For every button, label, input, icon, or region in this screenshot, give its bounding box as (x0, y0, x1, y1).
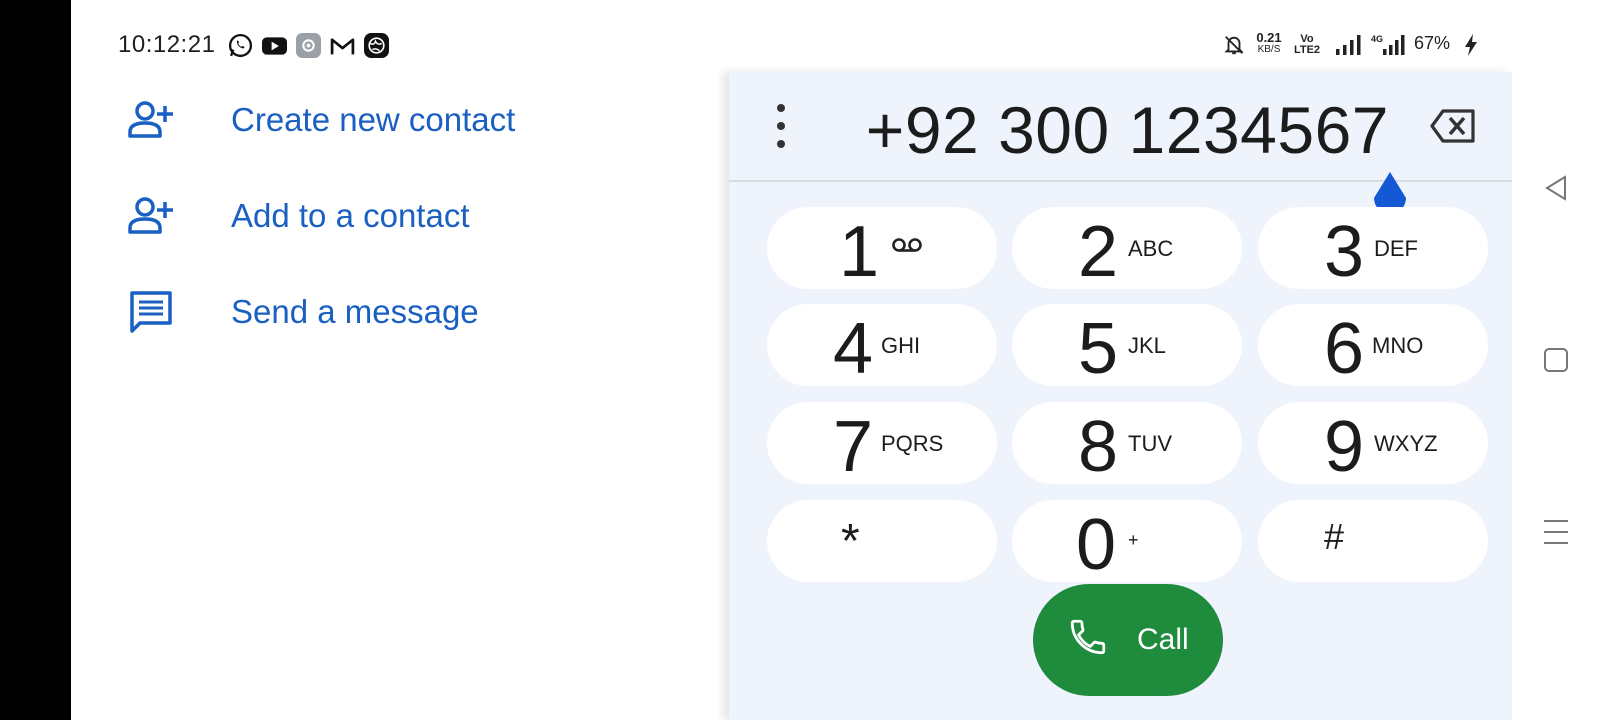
key-digit: # (1324, 516, 1345, 557)
key-digit: 2 (1078, 212, 1119, 292)
contact-actions-panel: Create new contact Add to a contact Send… (71, 72, 731, 720)
key-digit: 6 (1324, 309, 1365, 389)
key-letters: GHI (881, 333, 921, 358)
add-to-contact-label: Add to a contact (231, 197, 470, 234)
key-letters: + (1128, 530, 1139, 550)
key-letters: ABC (1128, 236, 1174, 261)
globe-app-icon (364, 33, 389, 58)
recents-icon[interactable] (1532, 508, 1580, 556)
svg-text:4G: 4G (1371, 34, 1383, 44)
key-letters: MNO (1372, 333, 1424, 358)
network-speed: 0.21 KB/S (1251, 30, 1287, 56)
key-0[interactable]: 0 + (1012, 500, 1242, 585)
dialpad-panel: +92 300 1234567 1 2 ABC 3 DEF 4 GHI 5 JK… (729, 72, 1512, 720)
key-9[interactable]: 9 WXYZ (1258, 402, 1488, 487)
create-new-contact-button[interactable]: Create new contact (71, 80, 731, 160)
key-5[interactable]: 5 JKL (1012, 304, 1242, 389)
phone-number-field[interactable]: +92 300 1234567 (829, 92, 1389, 168)
dialer-header: +92 300 1234567 (729, 72, 1512, 182)
signal-4g-icon: 4G (1371, 30, 1407, 60)
key-7[interactable]: 7 PQRS (767, 402, 997, 487)
key-pound[interactable]: # (1258, 500, 1488, 582)
phone-icon (1067, 616, 1115, 664)
key-letters: TUV (1128, 431, 1172, 456)
send-message-button[interactable]: Send a message (71, 272, 731, 352)
key-digit: * (841, 515, 860, 568)
key-star[interactable]: * (767, 500, 997, 582)
mute-icon (1223, 30, 1245, 60)
key-digit: 9 (1324, 407, 1365, 487)
network-speed-value: 0.21 (1256, 30, 1282, 45)
key-letters: WXYZ (1374, 431, 1438, 456)
charging-icon (1464, 30, 1478, 60)
volte-bottom-label: LTE2 (1293, 44, 1321, 56)
key-digit: 4 (833, 309, 874, 389)
whatsapp-icon (228, 33, 253, 58)
key-1[interactable]: 1 (767, 207, 997, 292)
home-icon[interactable] (1532, 336, 1580, 384)
key-letters: PQRS (881, 431, 944, 456)
add-to-contact-button[interactable]: Add to a contact (71, 176, 731, 256)
back-icon[interactable] (1532, 164, 1580, 212)
navigation-bar (1512, 0, 1600, 720)
key-6[interactable]: 6 MNO (1258, 304, 1488, 389)
send-message-label: Send a message (231, 293, 479, 330)
gmail-icon (330, 33, 355, 58)
voicemail-icon (891, 237, 923, 258)
volte-indicator: Vo LTE2 (1293, 34, 1321, 56)
call-button[interactable]: Call (1033, 584, 1223, 696)
key-digit: 7 (833, 407, 874, 487)
settings-app-icon (296, 33, 321, 58)
battery-percent: 67% (1414, 33, 1451, 53)
call-label: Call (1137, 623, 1189, 656)
status-time: 10:12:21 (118, 31, 216, 58)
key-digit: 5 (1078, 309, 1119, 389)
backspace-icon[interactable] (1429, 108, 1477, 144)
key-letters: DEF (1374, 236, 1418, 261)
signal-icon (1335, 30, 1361, 60)
person-add-icon (127, 96, 175, 144)
create-new-contact-label: Create new contact (231, 101, 516, 138)
key-4[interactable]: 4 GHI (767, 304, 997, 389)
message-icon (127, 288, 175, 336)
key-digit: 8 (1078, 407, 1119, 487)
key-letters: JKL (1128, 333, 1166, 358)
person-add-icon (127, 192, 175, 240)
key-digit: 1 (839, 212, 880, 292)
network-speed-unit: KB/S (1257, 44, 1281, 55)
youtube-icon (262, 33, 287, 58)
key-8[interactable]: 8 TUV (1012, 402, 1242, 487)
key-digit: 0 (1076, 505, 1117, 585)
more-options-icon[interactable] (769, 104, 793, 148)
screen: 10:12:21 0.21 KB/S Vo LTE2 4G 67% Create… (0, 0, 1600, 720)
key-digit: 3 (1324, 212, 1365, 292)
key-3[interactable]: 3 DEF (1258, 207, 1488, 292)
status-bar: 10:12:21 0.21 KB/S Vo LTE2 4G 67% (71, 0, 1512, 72)
key-2[interactable]: 2 ABC (1012, 207, 1242, 292)
